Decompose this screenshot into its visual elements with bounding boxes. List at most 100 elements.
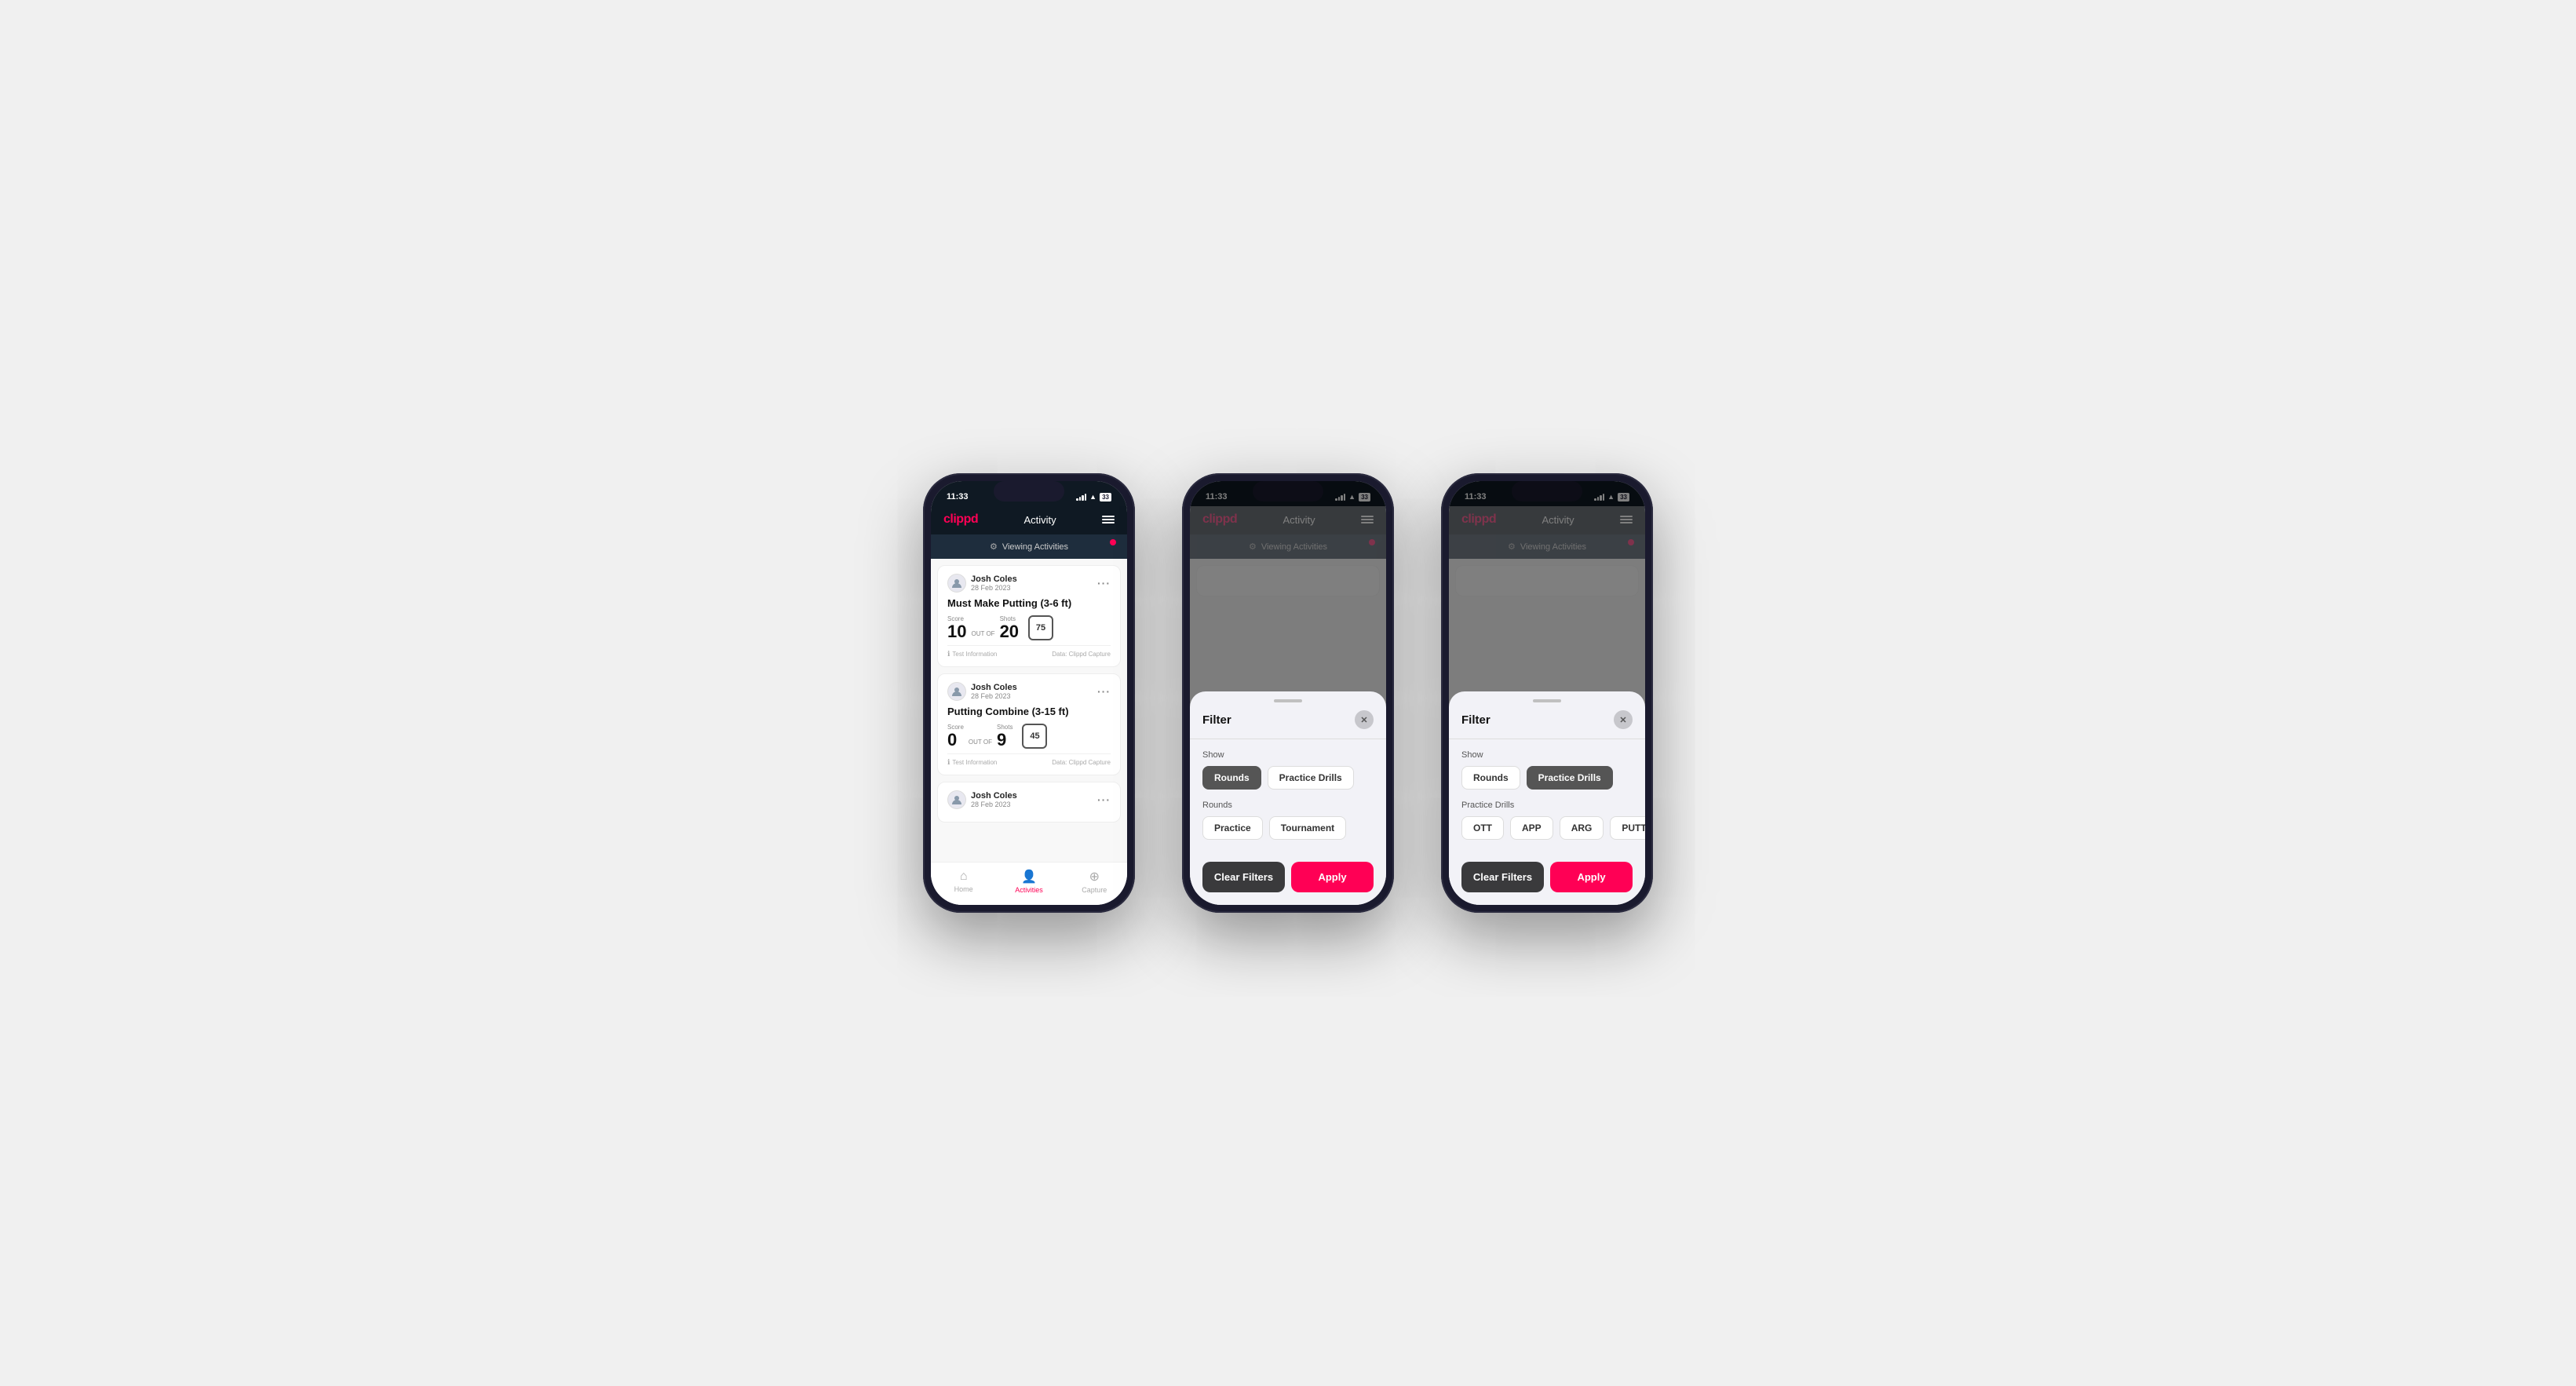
shot-quality-value-1: 75	[1036, 623, 1045, 633]
activity-card-1[interactable]: Josh Coles 28 Feb 2023 ··· Must Make Put…	[937, 565, 1121, 667]
hamburger-menu-1[interactable]	[1102, 516, 1115, 523]
user-name-3: Josh Coles	[971, 791, 1017, 801]
phone-1: 11:33 ▲ 33 clippd Activity	[923, 473, 1135, 913]
phones-container: 11:33 ▲ 33 clippd Activity	[923, 473, 1653, 913]
close-button-3[interactable]: ✕	[1614, 710, 1633, 729]
practice-drills-section-label-3: Practice Drills	[1461, 801, 1633, 810]
putt-btn-3[interactable]: PUTT	[1610, 816, 1645, 840]
data-text-1: Data: Clippd Capture	[1052, 651, 1111, 658]
nav-activities-1[interactable]: 👤 Activities	[1005, 869, 1053, 894]
apply-btn-3[interactable]: Apply	[1550, 862, 1633, 892]
nav-capture-1[interactable]: ⊕ Capture	[1071, 869, 1118, 894]
phone-1-inner: 11:33 ▲ 33 clippd Activity	[931, 481, 1127, 905]
activities-icon-1: 👤	[1021, 869, 1037, 884]
filter-sheet-2: Filter ✕ Show Rounds Practice Drills Rou…	[1190, 691, 1386, 905]
sheet-handle-wrap-3	[1449, 691, 1645, 707]
filter-sheet-3: Filter ✕ Show Rounds Practice Drills Pra…	[1449, 691, 1645, 905]
show-buttons-3: Rounds Practice Drills	[1461, 766, 1633, 790]
phone-2-inner: 11:33 ▲ 33 clippd Activity	[1190, 481, 1386, 905]
activity-list-1: Josh Coles 28 Feb 2023 ··· Must Make Put…	[931, 559, 1127, 862]
dynamic-island	[994, 481, 1064, 502]
activity-title-1: Must Make Putting (3-6 ft)	[947, 597, 1111, 609]
clear-filters-btn-3[interactable]: Clear Filters	[1461, 862, 1544, 892]
rounds-btn-2[interactable]: Rounds	[1202, 766, 1261, 790]
filter-body-3: Show Rounds Practice Drills Practice Dri…	[1449, 739, 1645, 862]
close-button-2[interactable]: ✕	[1355, 710, 1374, 729]
drill-type-buttons-3: OTT APP ARG PUTT	[1461, 816, 1633, 840]
header-title-1: Activity	[1023, 514, 1056, 526]
avatar-2	[947, 682, 966, 701]
filter-overlay-2: Filter ✕ Show Rounds Practice Drills Rou…	[1190, 481, 1386, 905]
practice-drills-btn-3[interactable]: Practice Drills	[1527, 766, 1613, 790]
out-of-1: OUT OF	[971, 630, 994, 637]
info-text-2: ℹ Test Information	[947, 758, 997, 767]
home-label-1: Home	[954, 885, 973, 893]
filter-body-2: Show Rounds Practice Drills Rounds Pract…	[1190, 739, 1386, 862]
practice-drills-btn-2[interactable]: Practice Drills	[1268, 766, 1354, 790]
bottom-nav-1: ⌂ Home 👤 Activities ⊕ Capture	[931, 862, 1127, 905]
rounds-section-label-2: Rounds	[1202, 801, 1374, 810]
shot-quality-value-2: 45	[1030, 731, 1039, 741]
viewing-bar-1[interactable]: ⚙ Viewing Activities	[931, 534, 1127, 559]
user-date-2: 28 Feb 2023	[971, 692, 1017, 700]
phone-3-inner: 11:33 ▲ 33 clippd Activity	[1449, 481, 1645, 905]
card-header-3: Josh Coles 28 Feb 2023 ···	[947, 790, 1111, 809]
info-text-1: ℹ Test Information	[947, 650, 997, 658]
card-footer-2: ℹ Test Information Data: Clippd Capture	[947, 753, 1111, 767]
apply-btn-2[interactable]: Apply	[1291, 862, 1374, 892]
logo-1: clippd	[943, 512, 978, 527]
more-button-3[interactable]: ···	[1097, 793, 1111, 806]
practice-btn-2[interactable]: Practice	[1202, 816, 1263, 840]
capture-label-1: Capture	[1082, 886, 1107, 894]
card-header-2: Josh Coles 28 Feb 2023 ···	[947, 682, 1111, 701]
sheet-handle-2	[1274, 699, 1302, 702]
filter-header-2: Filter ✕	[1190, 707, 1386, 739]
avatar-1	[947, 574, 966, 593]
score-value-2: 0	[947, 731, 964, 749]
signal-bars-1	[1076, 493, 1086, 501]
filter-overlay-3: Filter ✕ Show Rounds Practice Drills Pra…	[1449, 481, 1645, 905]
shot-quality-badge-1: 75	[1028, 615, 1053, 640]
sheet-handle-3	[1533, 699, 1561, 702]
arg-btn-3[interactable]: ARG	[1560, 816, 1604, 840]
score-value-1: 10	[947, 623, 966, 640]
shots-value-1: 20	[1000, 623, 1019, 640]
tournament-btn-2[interactable]: Tournament	[1269, 816, 1346, 840]
stats-row-2: Score 0 OUT OF Shots 9 45	[947, 724, 1111, 749]
shot-quality-badge-2: 45	[1022, 724, 1047, 749]
stats-row-1: Score 10 OUT OF Shots 20 75	[947, 615, 1111, 640]
filter-icon-1: ⚙	[990, 542, 998, 552]
user-name-1: Josh Coles	[971, 574, 1017, 584]
more-button-2[interactable]: ···	[1097, 685, 1111, 698]
nav-home-1[interactable]: ⌂ Home	[940, 870, 987, 893]
phone-2: 11:33 ▲ 33 clippd Activity	[1182, 473, 1394, 913]
activity-card-3[interactable]: Josh Coles 28 Feb 2023 ···	[937, 782, 1121, 822]
battery-icon-1: 33	[1100, 493, 1111, 502]
filter-title-2: Filter	[1202, 713, 1231, 727]
filter-footer-2: Clear Filters Apply	[1190, 862, 1386, 892]
user-info-3: Josh Coles 28 Feb 2023	[947, 790, 1017, 809]
user-date-3: 28 Feb 2023	[971, 801, 1017, 808]
status-time-1: 11:33	[947, 492, 978, 502]
status-icons-1: ▲ 33	[1076, 493, 1111, 502]
ott-btn-3[interactable]: OTT	[1461, 816, 1504, 840]
user-date-1: 28 Feb 2023	[971, 584, 1017, 592]
avatar-3	[947, 790, 966, 809]
clear-filters-btn-2[interactable]: Clear Filters	[1202, 862, 1285, 892]
activity-title-2: Putting Combine (3-15 ft)	[947, 706, 1111, 717]
viewing-bar-text-1: Viewing Activities	[1002, 542, 1068, 552]
app-header-1: clippd Activity	[931, 506, 1127, 534]
app-btn-3[interactable]: APP	[1510, 816, 1553, 840]
rounds-btn-3[interactable]: Rounds	[1461, 766, 1520, 790]
shots-value-2: 9	[997, 731, 1013, 749]
more-button-1[interactable]: ···	[1097, 577, 1111, 589]
out-of-2: OUT OF	[969, 739, 992, 746]
red-dot-1	[1110, 539, 1116, 545]
activity-card-2[interactable]: Josh Coles 28 Feb 2023 ··· Putting Combi…	[937, 673, 1121, 775]
filter-header-3: Filter ✕	[1449, 707, 1645, 739]
filter-footer-3: Clear Filters Apply	[1449, 862, 1645, 892]
data-text-2: Data: Clippd Capture	[1052, 759, 1111, 766]
phone-3: 11:33 ▲ 33 clippd Activity	[1441, 473, 1653, 913]
card-footer-1: ℹ Test Information Data: Clippd Capture	[947, 645, 1111, 658]
user-info-2: Josh Coles 28 Feb 2023	[947, 682, 1017, 701]
